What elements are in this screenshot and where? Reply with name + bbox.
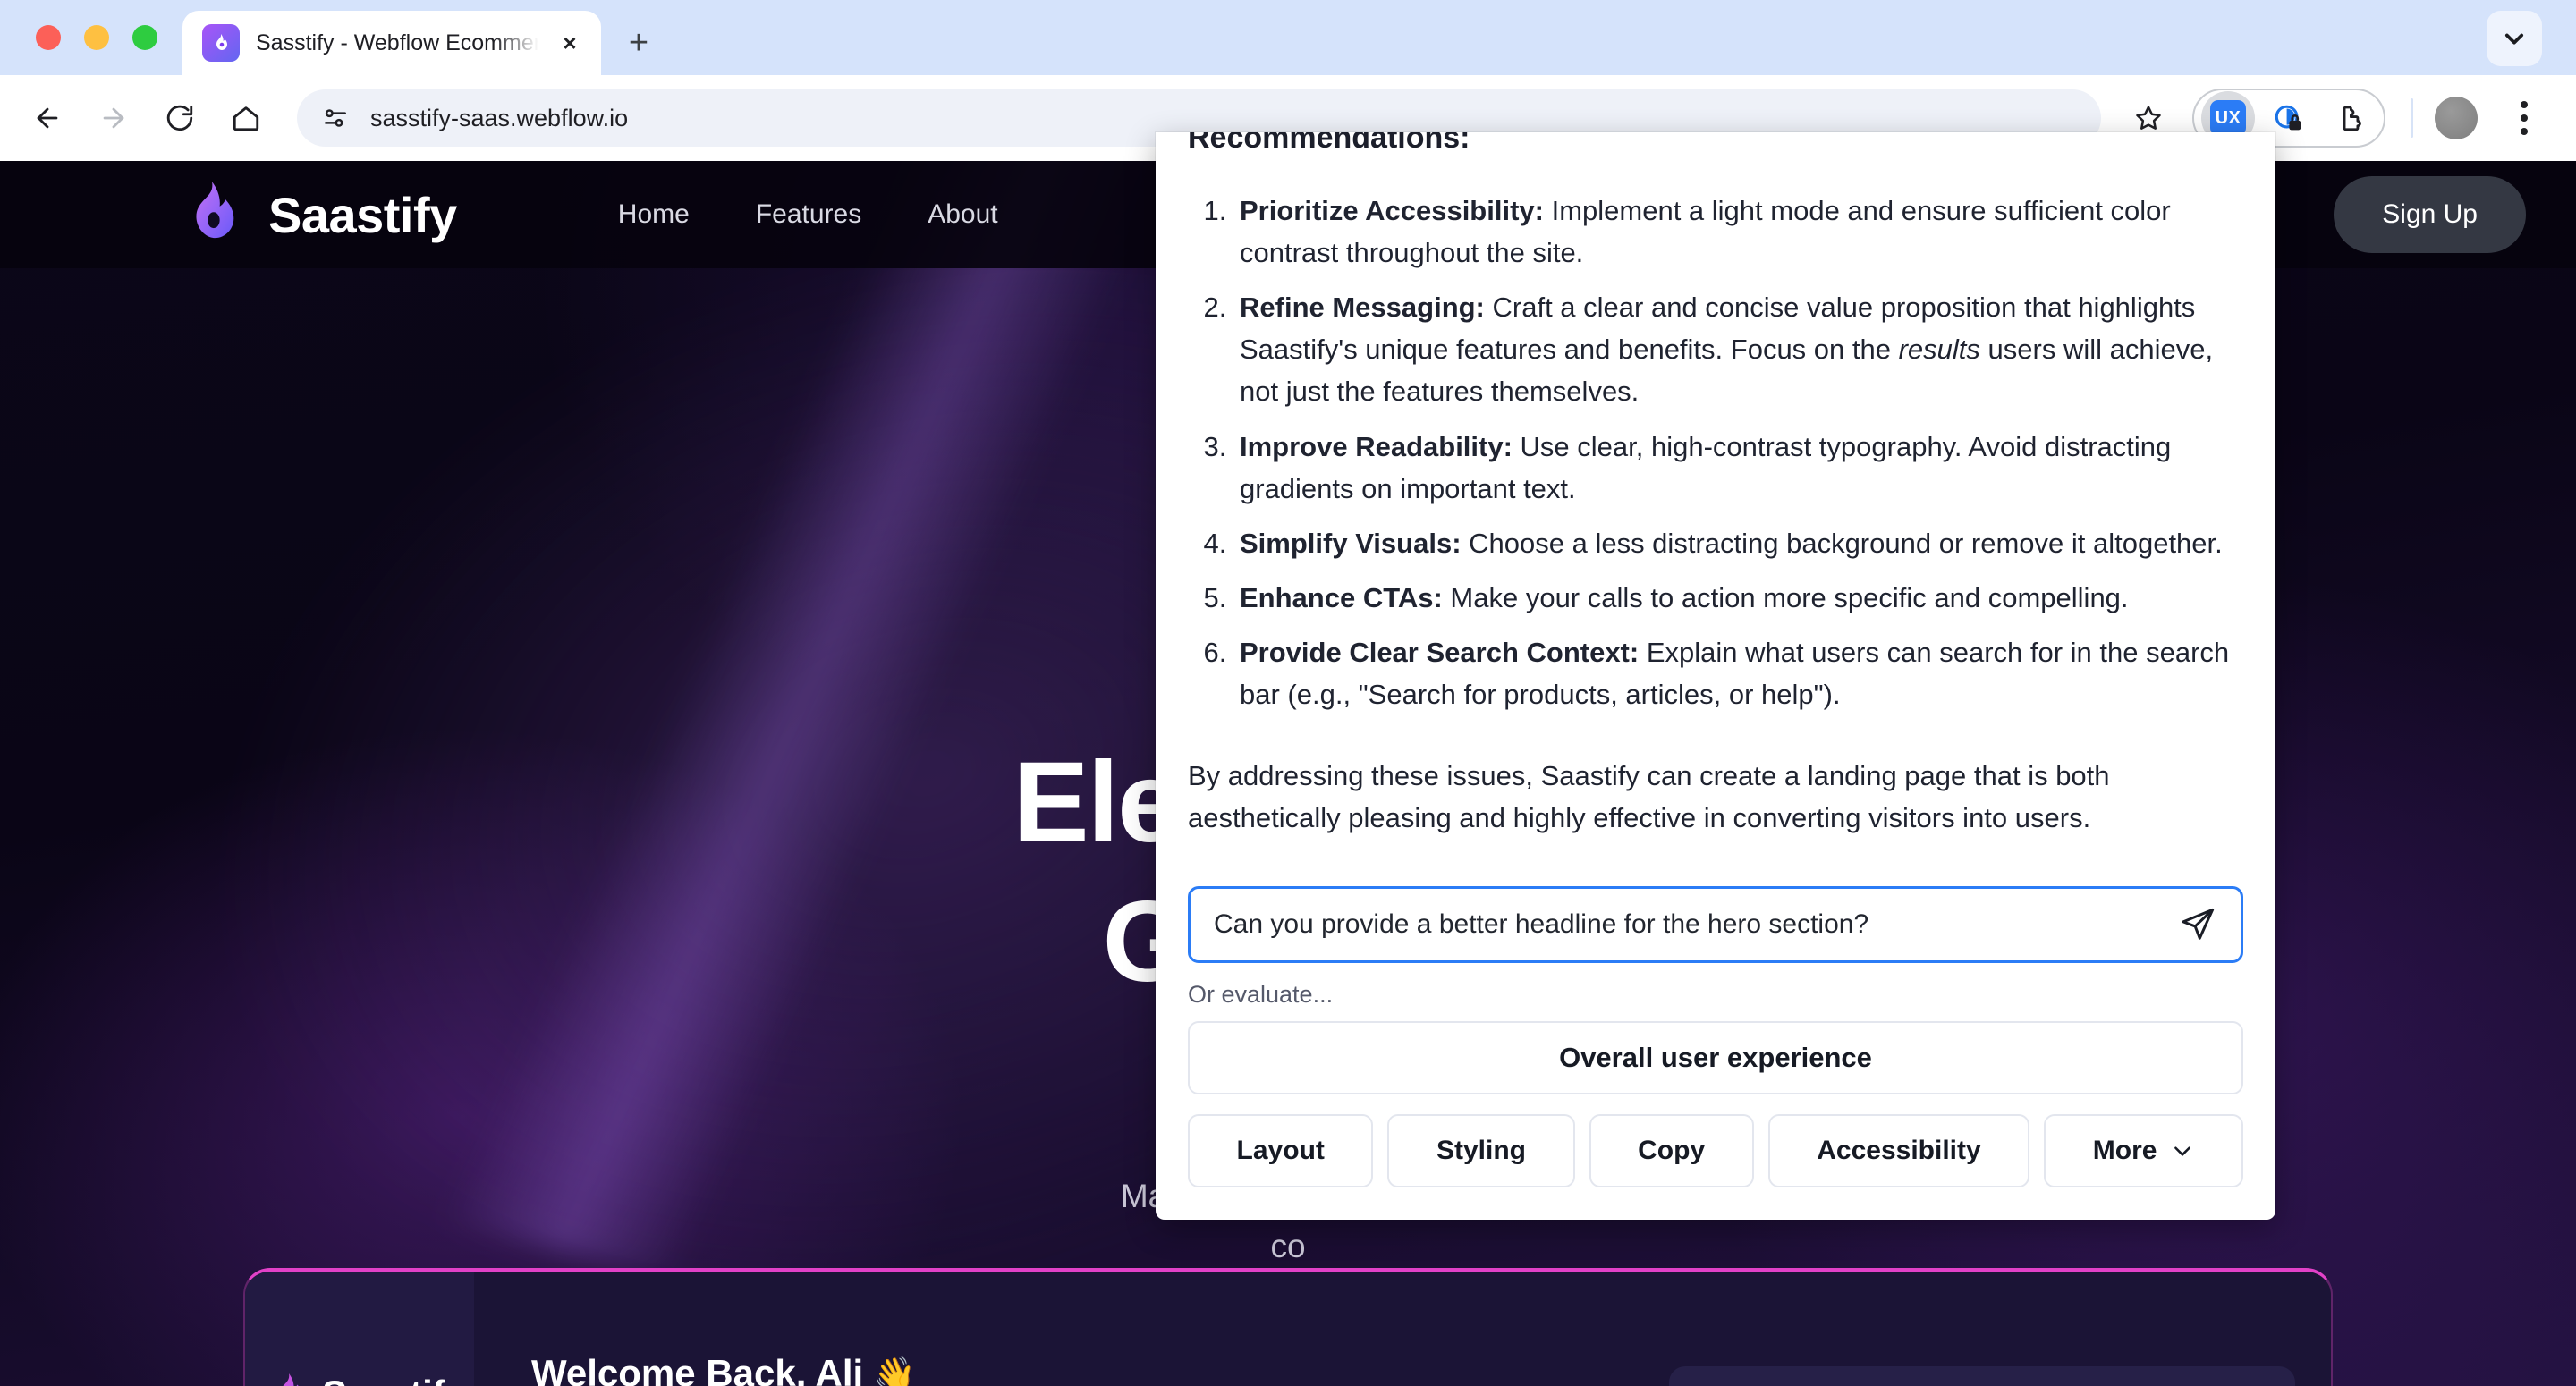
list-item: Refine Messaging: Craft a clear and conc… (1234, 286, 2243, 412)
site-brand[interactable]: Saastify (179, 179, 457, 250)
hero-subtext-line2: co (1270, 1227, 1306, 1264)
evaluate-more-label: More (2092, 1136, 2157, 1165)
send-paper-plane-icon[interactable] (2178, 905, 2217, 944)
nav-link-about[interactable]: About (928, 199, 997, 230)
tab-search-button[interactable] (2487, 11, 2542, 66)
evaluate-styling-button[interactable]: Styling (1387, 1114, 1575, 1187)
closing-paragraph: By addressing these issues, Saastify can… (1188, 760, 2110, 834)
dashboard-search-input[interactable]: Search for anything.... (1669, 1366, 2295, 1386)
recommendation-body: Choose a less distracting background or … (1461, 527, 2223, 559)
close-window-button[interactable] (36, 25, 61, 50)
home-icon (233, 106, 259, 131)
toolbar-divider (2411, 98, 2413, 138)
list-item: Enhance CTAs: Make your calls to action … (1234, 577, 2243, 619)
window-controls (0, 0, 182, 75)
nav-link-features[interactable]: Features (756, 199, 861, 230)
forward-arrow-icon (103, 107, 124, 129)
close-tab-button[interactable]: × (555, 28, 585, 58)
dashboard-welcome-text: Welcome Back, Ali (531, 1352, 864, 1386)
chevron-down-icon (2174, 1146, 2191, 1156)
star-icon (2136, 106, 2161, 130)
browser-tab[interactable]: Sasstify - Webflow Ecommerce × (182, 11, 601, 75)
nav-link-home[interactable]: Home (618, 199, 690, 230)
recommendations-heading: Recommendations: (1188, 132, 2243, 148)
panel-scroll-area[interactable]: Recommendations: Prioritize Accessibilit… (1156, 132, 2275, 849)
nav-links: Home Features About (618, 199, 998, 230)
tab-strip: Sasstify - Webflow Ecommerce × + (0, 0, 2576, 75)
browser-window: Sasstify - Webflow Ecommerce × + sasstif… (0, 0, 2576, 1386)
back-button[interactable] (18, 89, 77, 148)
new-tab-button[interactable]: + (614, 18, 664, 68)
evaluate-chip-row: Layout Styling Copy Accessibility More (1188, 1114, 2244, 1187)
evaluate-copy-button[interactable]: Copy (1589, 1114, 1754, 1187)
evaluate-accessibility-button[interactable]: Accessibility (1767, 1114, 2030, 1187)
dashboard-brand-name: Saastify (322, 1373, 466, 1386)
recommendation-title: Prioritize Accessibility: (1240, 195, 1544, 226)
sign-up-button[interactable]: Sign Up (2334, 176, 2526, 253)
recommendation-title: Provide Clear Search Context: (1240, 636, 1640, 668)
ux-extension-badge: UX (2210, 100, 2246, 136)
or-evaluate-label: Or evaluate... (1188, 981, 1334, 1008)
recommendation-body: Make your calls to action more specific … (1442, 581, 2129, 613)
brand-name: Saastify (268, 186, 457, 243)
flame-favicon (202, 24, 240, 62)
puzzle-piece-icon (2343, 106, 2361, 131)
list-item: Improve Readability: Use clear, high-con… (1234, 426, 2243, 510)
reload-icon (166, 105, 193, 131)
back-arrow-icon (37, 107, 58, 129)
waving-hand-icon: 👋 (873, 1356, 917, 1386)
list-item: Prioritize Accessibility: Implement a li… (1234, 190, 2243, 274)
recommendations-list: Prioritize Accessibility: Implement a li… (1188, 190, 2243, 715)
evaluate-overall-ux-button[interactable]: Overall user experience (1188, 1021, 2243, 1094)
prompt-input[interactable]: Can you provide a better headline for th… (1188, 886, 2243, 963)
ux-extension-panel: Recommendations: Prioritize Accessibilit… (1156, 132, 2275, 1220)
minimize-window-button[interactable] (84, 25, 109, 50)
tab-title: Sasstify - Webflow Ecommerce (256, 30, 538, 55)
recommendation-title: Refine Messaging: (1240, 292, 1485, 324)
recommendation-title: Enhance CTAs: (1240, 581, 1443, 613)
url-text[interactable]: sasstify-saas.webflow.io (370, 105, 628, 132)
evaluate-more-button[interactable]: More (2044, 1114, 2244, 1187)
forward-button[interactable] (84, 89, 143, 148)
dashboard-sidebar: Saastify (245, 1272, 474, 1386)
recommendation-title: Improve Readability: (1240, 430, 1513, 462)
chevron-down-icon (2504, 33, 2524, 45)
recommendation-emphasis: results (1898, 334, 1980, 366)
prompt-input-value[interactable]: Can you provide a better headline for th… (1214, 909, 2162, 940)
reload-button[interactable] (150, 89, 209, 148)
recommendation-title: Simplify Visuals: (1240, 527, 1462, 559)
dashboard-welcome-title: Welcome Back, Ali 👋 (531, 1352, 916, 1386)
list-item: Simplify Visuals: Choose a less distract… (1234, 522, 2243, 564)
kebab-menu-icon[interactable] (2504, 93, 2544, 143)
profile-avatar[interactable] (2435, 97, 2478, 139)
home-button[interactable] (216, 89, 275, 148)
flame-logo-icon (179, 179, 245, 250)
flame-logo-icon (268, 1372, 309, 1386)
maximize-window-button[interactable] (132, 25, 157, 50)
privacy-lock-icon (2275, 105, 2301, 131)
site-settings-icon[interactable] (320, 103, 351, 133)
list-item: Provide Clear Search Context: Explain wh… (1234, 631, 2243, 715)
dashboard-preview-card: Saastify Welcome Back, Ali 👋 Here's what… (243, 1268, 2333, 1386)
dashboard-brand: Saastify (268, 1372, 466, 1386)
evaluate-layout-button[interactable]: Layout (1188, 1114, 1374, 1187)
panel-footer: Can you provide a better headline for th… (1156, 849, 2275, 1220)
extensions-button[interactable] (2321, 90, 2377, 146)
